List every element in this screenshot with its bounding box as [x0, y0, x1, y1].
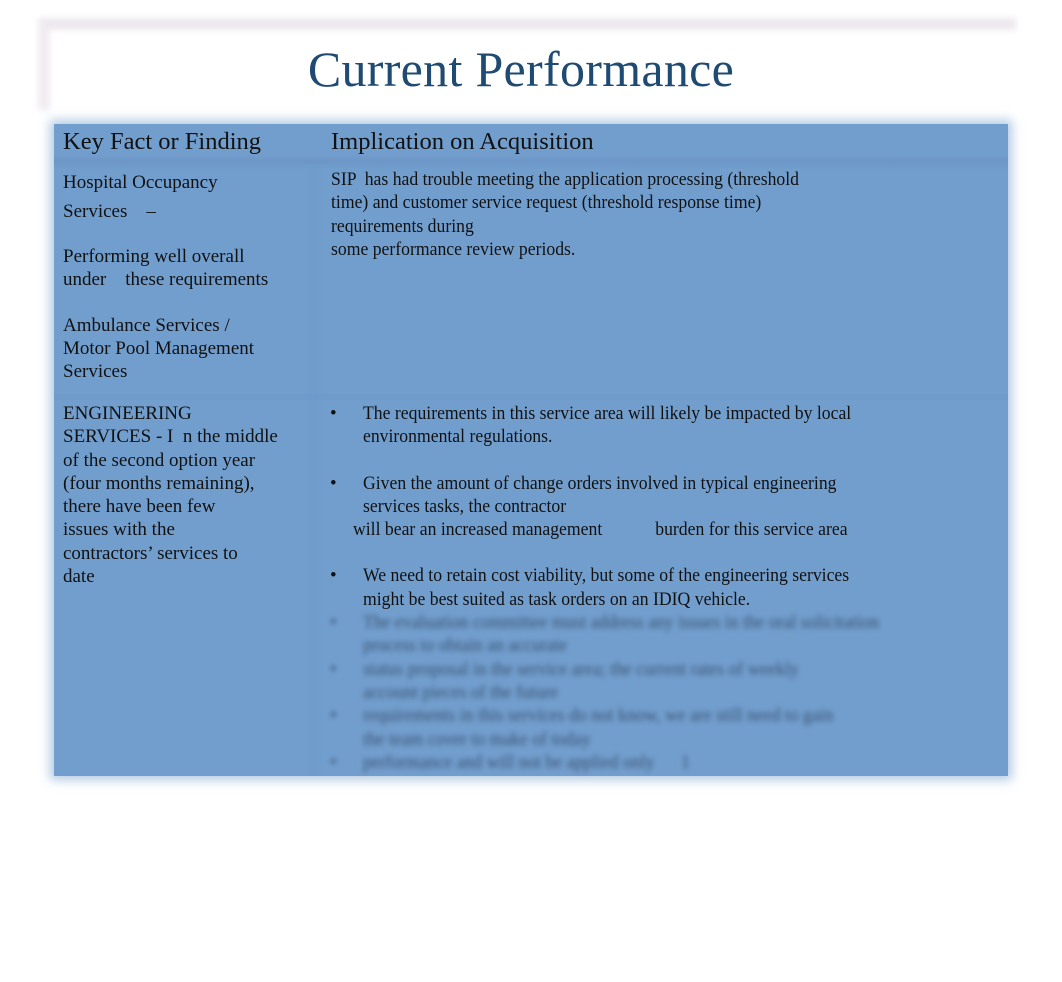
list-item: • Given the amount of change orders invo…: [330, 472, 1000, 542]
slide-title: Current Performance: [307, 41, 735, 97]
bullet-text: We need to retain cost viability, but so…: [363, 565, 850, 587]
implication-text: some performance review periods.: [331, 238, 576, 260]
finding-text: SERVICES - I n the middle: [63, 426, 278, 448]
obscured-list-item: • requirements in this services do not k…: [330, 704, 1000, 751]
finding-text: under these requirements: [63, 269, 269, 291]
obscured-list-item: • The evaluation committee must address …: [330, 611, 1000, 658]
list-item: • We need to retain cost viability, but …: [330, 564, 1000, 611]
bullet-icon: •: [330, 565, 337, 587]
finding-text: Services –: [63, 201, 156, 222]
row2-finding-cell: ENGINEERING SERVICES - I n the middle of…: [63, 402, 308, 588]
implication-text: time) and customer service request (thre…: [331, 192, 762, 214]
finding-text: Hospital Occupancy: [63, 172, 218, 193]
obscured-list: • The evaluation committee must address …: [330, 611, 1000, 774]
bullet-text: environmental regulations.: [363, 426, 553, 448]
row-divider: [54, 394, 1008, 400]
header-implication: Implication on Acquisition: [331, 128, 594, 155]
implication-text: SIP has had trouble meeting the applicat…: [331, 169, 799, 190]
finding-text: contractors’ services to: [63, 542, 238, 564]
row1-finding-cell: Hospital Occupancy Services – Performing…: [63, 168, 303, 383]
finding-text: (four months remaining),: [63, 472, 255, 494]
bullet-text: will bear an increased management burden…: [353, 519, 848, 541]
bullet-text: might be best suited as task orders on a…: [363, 588, 751, 610]
finding-text: Services: [63, 361, 128, 383]
finding-text: issues with the: [63, 519, 175, 541]
finding-text: Ambulance Services /: [63, 314, 230, 336]
finding-text: Performing well overall: [63, 246, 245, 267]
row2-implication-list: • The requirements in this service area …: [330, 402, 1000, 774]
bullet-text: Given the amount of change orders involv…: [363, 472, 837, 494]
obscured-text: account pieces of the future: [363, 681, 559, 703]
finding-text: date: [63, 566, 95, 588]
obscured-list-item: • performance and will not be applied on…: [330, 751, 1000, 774]
obscured-text: performance and will not be applied only…: [363, 751, 690, 773]
bullet-text: services tasks, the contractor: [363, 495, 567, 517]
row1-implication-cell: SIP has had trouble meeting the applicat…: [331, 168, 834, 261]
obscured-text: process to obtain an accurate: [363, 635, 568, 657]
obscured-text: The evaluation committee must address an…: [363, 612, 880, 634]
bullet-icon: •: [330, 472, 337, 494]
implication-text: requirements during: [331, 215, 474, 237]
finding-text: of the second option year: [63, 449, 256, 471]
obscured-list-item: • status proposal in the service area; t…: [330, 658, 1000, 705]
finding-text: Motor Pool Management: [63, 337, 255, 359]
bullet-icon: •: [330, 705, 337, 727]
obscured-text: status proposal in the service area; the…: [363, 658, 799, 680]
header-key-fact: Key Fact or Finding: [63, 128, 262, 155]
finding-text: ENGINEERING: [63, 403, 192, 424]
bullet-text: The requirements in this service area wi…: [363, 403, 852, 424]
list-item: • The requirements in this service area …: [330, 402, 1000, 449]
obscured-text: the team cover to make of today: [363, 728, 591, 750]
bullet-icon: •: [330, 658, 337, 680]
performance-table: Key Fact or Finding Implication on Acqui…: [54, 124, 1008, 776]
bullet-icon: •: [330, 751, 337, 773]
bullet-icon: •: [330, 403, 337, 424]
bullet-icon: •: [330, 612, 337, 634]
finding-text: there have been few: [63, 496, 216, 518]
obscured-text: requirements in this services do not kno…: [363, 705, 834, 727]
